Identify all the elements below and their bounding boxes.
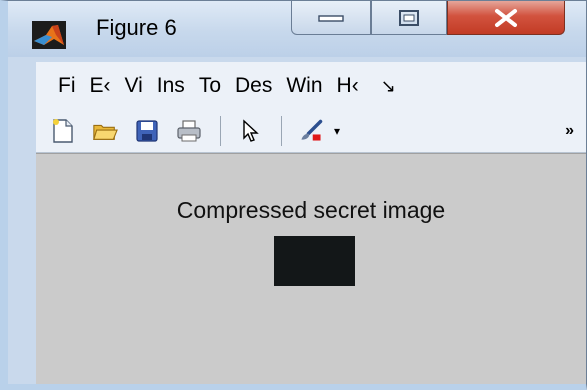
maximize-button[interactable] [371, 1, 447, 35]
menu-tools[interactable]: To [199, 74, 235, 98]
menu-insert[interactable]: Ins [157, 74, 199, 98]
menu-view[interactable]: Vi [125, 74, 157, 98]
menu-edit[interactable]: E‹ [90, 74, 125, 98]
toolbar-separator [220, 116, 221, 146]
axes-title: Compressed secret image [176, 197, 446, 223]
pointer-icon[interactable] [237, 118, 263, 144]
open-file-icon[interactable] [92, 118, 118, 144]
menu-window[interactable]: Win [286, 74, 336, 98]
close-button[interactable] [447, 1, 565, 35]
print-icon[interactable] [176, 118, 202, 144]
minimize-icon [318, 14, 344, 22]
menu-help[interactable]: H‹ [337, 74, 373, 98]
menu-desktop[interactable]: Des [235, 74, 286, 98]
figure-window: Figure 6 Fi E‹ Vi Ins To Des Win H‹ ↘ ▾ … [0, 0, 587, 390]
title-bar[interactable]: Figure 6 [8, 1, 586, 57]
brush-icon[interactable] [298, 118, 324, 144]
toolbar: ▾ » [36, 110, 586, 153]
new-figure-icon[interactable] [50, 118, 76, 144]
toolbar-separator [281, 116, 282, 146]
minimize-button[interactable] [291, 1, 371, 35]
toolbar-more-icon[interactable]: » [565, 122, 574, 140]
figure-canvas: Compressed secret image [36, 153, 586, 384]
menu-overflow-icon[interactable]: ↘ [381, 76, 396, 97]
maximize-icon [399, 9, 419, 26]
window-title: Figure 6 [96, 15, 177, 40]
close-icon [495, 8, 517, 27]
matlab-logo-icon [32, 21, 66, 49]
menu-bar: Fi E‹ Vi Ins To Des Win H‹ ↘ [36, 62, 586, 110]
save-icon[interactable] [134, 118, 160, 144]
compressed-image [274, 236, 355, 286]
brush-dropdown-icon[interactable]: ▾ [334, 124, 340, 138]
menu-file[interactable]: Fi [36, 74, 90, 98]
